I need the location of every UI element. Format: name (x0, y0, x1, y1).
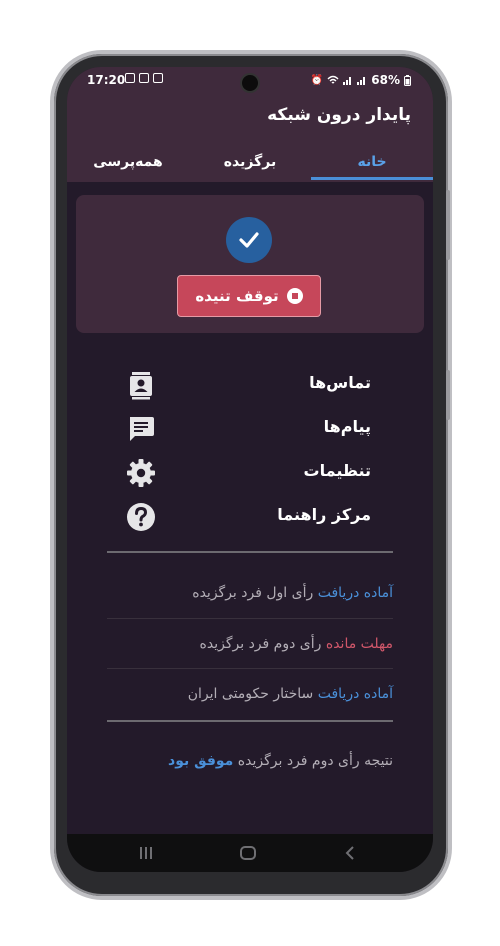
app-bar: 17:20 ⏰ 68% پایدار درون شبکه همه‌پرسی بر… (67, 67, 433, 182)
menu-item-settings[interactable]: تنظیمات (67, 453, 433, 493)
poll-title: رأی اول فرد برگزیده (192, 585, 318, 601)
menu-item-label: تنظیمات (303, 461, 371, 480)
poll-item[interactable]: آماده دریافت ساختار حکومتی ایران (188, 686, 393, 702)
menu-item-label: مرکز راهنما (277, 505, 371, 524)
menu-item-contacts[interactable]: تماس‌ها (67, 365, 433, 405)
signal-icon-2 (357, 77, 366, 85)
message-icon (130, 417, 154, 441)
help-icon (127, 503, 155, 531)
alarm-icon: ⏰ (310, 74, 324, 86)
contacts-icon (130, 372, 152, 400)
wifi-icon (327, 75, 339, 84)
home-icon[interactable] (240, 846, 256, 860)
poll-item[interactable]: مهلت مانده رأی دوم فرد برگزیده (200, 636, 393, 652)
result-item: نتیجه رأی دوم فرد برگزیده موفق بود (168, 753, 393, 769)
volume-button (446, 190, 450, 260)
front-camera (242, 75, 258, 91)
poll-item[interactable]: آماده دریافت رأی اول فرد برگزیده (192, 585, 393, 601)
tab-home[interactable]: خانه (311, 141, 433, 182)
status-bar: 17:20 ⏰ 68% (67, 67, 433, 95)
result-highlight: موفق بود (168, 753, 234, 769)
tab-chosen[interactable]: برگزیده (189, 141, 311, 182)
image-icon (125, 73, 135, 83)
poll-status: مهلت مانده (325, 636, 393, 652)
app-notification-icon (153, 73, 163, 83)
app-title: پایدار درون شبکه (267, 105, 411, 125)
section-divider (107, 720, 393, 722)
stop-icon (286, 288, 303, 304)
menu-item-help[interactable]: مرکز راهنما (67, 497, 433, 537)
section-divider (107, 551, 393, 553)
check-icon (226, 217, 272, 263)
signal-icon (343, 77, 352, 85)
power-button (446, 370, 450, 420)
recent-apps-icon[interactable] (139, 846, 153, 860)
stop-button[interactable]: توقف تنیده (177, 275, 321, 317)
poll-status: آماده دریافت (317, 686, 393, 702)
tab-referendum[interactable]: همه‌پرسی (67, 141, 189, 182)
status-time: 17:20 (87, 73, 126, 87)
system-nav-bar (67, 834, 433, 872)
menu-item-label: پیام‌ها (323, 417, 371, 436)
poll-status: آماده دریافت (317, 585, 393, 601)
status-card: توقف تنیده (76, 195, 424, 333)
phone-screen: 17:20 ⏰ 68% پایدار درون شبکه همه‌پرسی بر… (67, 67, 433, 872)
row-divider (107, 618, 393, 619)
gear-icon (127, 459, 155, 487)
poll-title: رأی دوم فرد برگزیده (199, 636, 326, 652)
menu-item-label: تماس‌ها (309, 373, 371, 392)
checkbox-icon (139, 73, 149, 83)
back-icon[interactable] (345, 846, 355, 860)
notification-icons (125, 73, 163, 83)
poll-title: ساختار حکومتی ایران (187, 686, 318, 702)
stop-button-label: توقف تنیده (195, 287, 279, 305)
tab-bar: همه‌پرسی برگزیده خانه (67, 141, 433, 182)
result-text: نتیجه رأی دوم فرد برگزیده (233, 753, 393, 769)
battery-percent: 68% (371, 73, 400, 87)
menu-item-messages[interactable]: پیام‌ها (67, 409, 433, 449)
system-icons: ⏰ 68% (311, 73, 411, 87)
battery-icon (404, 74, 411, 86)
row-divider (107, 668, 393, 669)
